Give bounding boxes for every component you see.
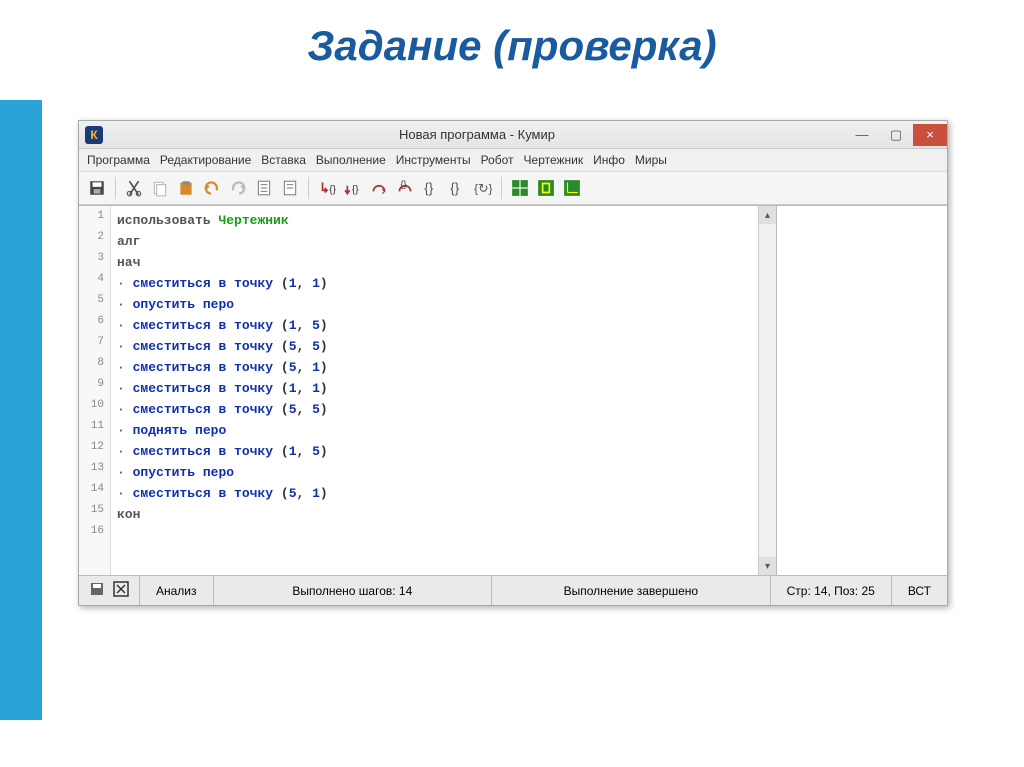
window-title: Новая программа - Кумир bbox=[109, 127, 845, 142]
app-icon: К bbox=[85, 126, 103, 144]
toolbar-separator bbox=[115, 177, 116, 199]
line-gutter: 12345678910111213141516 bbox=[79, 206, 111, 575]
main-area: 12345678910111213141516 использовать Чер… bbox=[79, 205, 947, 575]
svg-text:{}: {} bbox=[352, 185, 359, 196]
svg-text:{}: {} bbox=[450, 181, 460, 196]
play-green-icon[interactable] bbox=[534, 176, 558, 200]
vertical-scrollbar[interactable]: ▴ ▾ bbox=[758, 206, 776, 575]
toolbar-separator bbox=[501, 177, 502, 199]
svg-text:{↻}: {↻} bbox=[474, 182, 492, 196]
menu-edit[interactable]: Редактирование bbox=[160, 153, 251, 167]
menu-tools[interactable]: Инструменты bbox=[396, 153, 471, 167]
toolbar-separator bbox=[308, 177, 309, 199]
menubar: Программа Редактирование Вставка Выполне… bbox=[79, 149, 947, 172]
grid-green-icon[interactable] bbox=[508, 176, 532, 200]
run-arc2-icon[interactable]: {} bbox=[393, 176, 417, 200]
menu-robot[interactable]: Робот bbox=[481, 153, 514, 167]
minimize-button[interactable]: — bbox=[845, 124, 879, 146]
menu-program[interactable]: Программа bbox=[87, 153, 150, 167]
axes-green-icon[interactable] bbox=[560, 176, 584, 200]
redo-icon[interactable] bbox=[226, 176, 250, 200]
menu-draftsman[interactable]: Чертежник bbox=[524, 153, 584, 167]
paste-icon[interactable] bbox=[174, 176, 198, 200]
save-icon[interactable] bbox=[85, 176, 109, 200]
page-title: Задание (проверка) bbox=[0, 0, 1024, 84]
cancel-status-icon[interactable] bbox=[113, 581, 129, 600]
menu-run[interactable]: Выполнение bbox=[316, 153, 386, 167]
status-analysis[interactable]: Анализ bbox=[140, 576, 214, 605]
svg-text:{}: {} bbox=[329, 185, 336, 196]
close-button[interactable]: × bbox=[913, 124, 947, 146]
status-steps: Выполнено шагов: 14 bbox=[214, 576, 493, 605]
doc1-icon[interactable] bbox=[252, 176, 276, 200]
menu-worlds[interactable]: Миры bbox=[635, 153, 667, 167]
status-position: Стр: 14, Поз: 25 bbox=[771, 576, 892, 605]
titlebar: К Новая программа - Кумир — ▢ × bbox=[79, 121, 947, 149]
status-state: Выполнение завершено bbox=[492, 576, 771, 605]
scroll-down-icon[interactable]: ▾ bbox=[759, 557, 776, 575]
braces1-icon[interactable]: {} bbox=[419, 176, 443, 200]
status-mode[interactable]: ВСТ bbox=[892, 576, 947, 605]
editor-pane: 12345678910111213141516 использовать Чер… bbox=[79, 206, 777, 575]
window-controls: — ▢ × bbox=[845, 124, 947, 146]
status-icons bbox=[79, 576, 140, 605]
menu-insert[interactable]: Вставка bbox=[261, 153, 306, 167]
run-arc1-icon[interactable] bbox=[367, 176, 391, 200]
slide-accent-bar bbox=[0, 100, 42, 720]
app-window: К Новая программа - Кумир — ▢ × Программ… bbox=[78, 120, 948, 606]
side-panel bbox=[777, 206, 947, 575]
svg-text:{}: {} bbox=[424, 181, 434, 196]
toolbar: {} {} {} {} {} {↻} bbox=[79, 172, 947, 205]
svg-text:{}: {} bbox=[401, 179, 407, 189]
cut-icon[interactable] bbox=[122, 176, 146, 200]
maximize-button[interactable]: ▢ bbox=[879, 124, 913, 146]
braces-loop-icon[interactable]: {↻} bbox=[471, 176, 495, 200]
step-over-icon[interactable]: {} bbox=[341, 176, 365, 200]
code-editor[interactable]: использовать Чертежникалгнач· сместиться… bbox=[111, 206, 758, 575]
scroll-up-icon[interactable]: ▴ bbox=[759, 206, 776, 224]
undo-icon[interactable] bbox=[200, 176, 224, 200]
save-status-icon[interactable] bbox=[89, 581, 105, 600]
copy-icon[interactable] bbox=[148, 176, 172, 200]
menu-info[interactable]: Инфо bbox=[593, 153, 625, 167]
statusbar: Анализ Выполнено шагов: 14 Выполнение за… bbox=[79, 575, 947, 605]
braces2-icon[interactable]: {} bbox=[445, 176, 469, 200]
doc2-icon[interactable] bbox=[278, 176, 302, 200]
step-into-icon[interactable]: {} bbox=[315, 176, 339, 200]
